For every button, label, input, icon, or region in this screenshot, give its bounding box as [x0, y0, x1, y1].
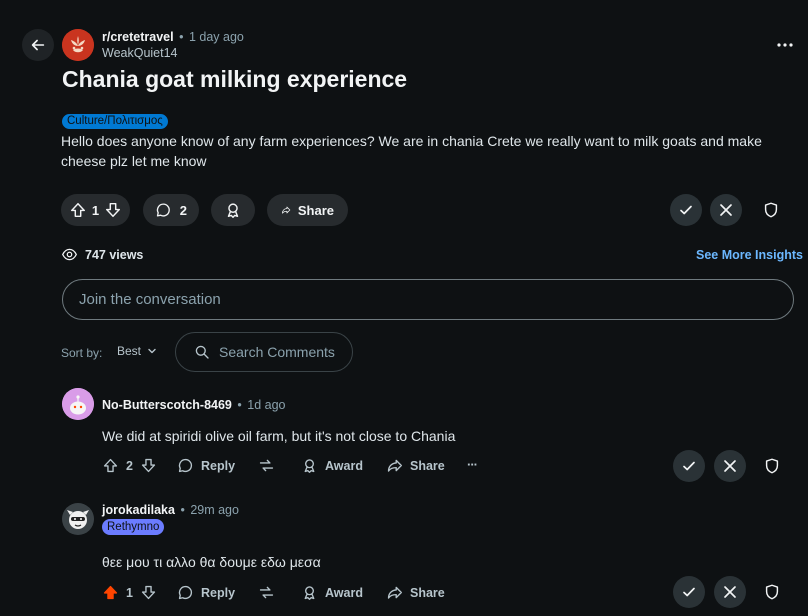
share-button[interactable]: Share: [386, 584, 445, 601]
award-icon: [304, 459, 315, 473]
comment-vote-count: 2: [126, 458, 133, 473]
remove-button[interactable]: [714, 576, 746, 608]
shield-icon: [765, 584, 779, 600]
comment-count: 2: [179, 202, 187, 218]
reply-button[interactable]: Reply: [177, 584, 235, 601]
search-comments-input[interactable]: Search Comments: [175, 332, 353, 372]
post-time: 1 day ago: [188, 30, 244, 44]
comment-separator: •: [237, 398, 242, 412]
see-more-insights-link[interactable]: See More Insights: [696, 248, 803, 262]
approve-button[interactable]: [670, 194, 702, 226]
shield-icon: [764, 202, 778, 218]
remove-button[interactable]: [710, 194, 742, 226]
chevron-down-icon: [148, 348, 156, 354]
comments-button[interactable]: 2: [143, 194, 199, 226]
comment-time: 29m ago: [190, 503, 239, 517]
comment-author[interactable]: No-Butterscotch-8469: [102, 398, 232, 412]
back-button[interactable]: [22, 29, 54, 61]
downvote-icon[interactable]: [140, 584, 157, 601]
approve-icon: [683, 461, 695, 471]
award-button[interactable]: Award: [301, 584, 363, 601]
upvote-icon[interactable]: [102, 584, 119, 601]
more-icon: [777, 43, 793, 47]
more-icon: ···: [467, 457, 478, 472]
crosspost-button[interactable]: [258, 584, 275, 601]
vote-count: 1: [91, 202, 100, 218]
post-title: Chania goat milking experience: [62, 66, 408, 92]
back-arrow-icon: [31, 39, 45, 51]
crosspost-icon: [259, 459, 274, 472]
subreddit-icon[interactable]: [62, 29, 94, 61]
shield-icon: [765, 458, 779, 474]
reply-label: Reply: [201, 585, 236, 600]
mod-shield-button[interactable]: [763, 583, 781, 601]
search-icon: [195, 345, 209, 359]
reply-icon: [178, 458, 193, 473]
share-label: Share: [410, 458, 445, 473]
mod-shield-button[interactable]: [762, 201, 782, 221]
comment-text: We did at spiridi olive oil farm, but it…: [102, 428, 456, 444]
composer-placeholder: Join the conversation: [79, 291, 221, 308]
sort-label: Sort by:: [61, 346, 103, 360]
reply-label: Reply: [201, 458, 236, 473]
upvote-icon[interactable]: [102, 457, 119, 474]
downvote-icon[interactable]: [140, 457, 157, 474]
post-body: Hello does anyone know of any farm exper…: [61, 133, 762, 169]
crosspost-button[interactable]: [258, 457, 275, 474]
comment-text: θεε μου τι αλλο θα δουμε εδω μεσα: [102, 554, 321, 570]
share-label: Share: [297, 202, 334, 218]
award-icon: [227, 203, 239, 218]
comment-separator: •: [180, 503, 185, 517]
award-button[interactable]: [211, 194, 255, 226]
share-icon: [282, 206, 291, 214]
remove-button[interactable]: [714, 450, 746, 482]
comment-more-button[interactable]: ···: [467, 457, 478, 472]
comment-icon: [156, 203, 170, 217]
avatar[interactable]: [62, 503, 94, 535]
share-button[interactable]: Share: [267, 194, 348, 226]
comment-author[interactable]: jorokadilaka: [102, 503, 175, 517]
post-author[interactable]: WeakQuiet14: [102, 46, 178, 60]
remove-icon: [720, 204, 732, 216]
award-button[interactable]: Award: [301, 457, 363, 474]
share-button[interactable]: Share: [386, 457, 445, 474]
join-conversation-input[interactable]: Join the conversation: [62, 279, 794, 320]
more-options-button[interactable]: [772, 36, 798, 54]
views-icon: [61, 248, 78, 261]
award-label: Award: [325, 458, 363, 473]
share-icon: [387, 459, 402, 472]
approve-icon: [683, 587, 695, 597]
crosspost-icon: [259, 586, 274, 599]
comment-vote: 2: [102, 457, 157, 474]
comment-vote: 1: [102, 584, 157, 601]
views-row: 747 views: [61, 246, 143, 263]
user-flair: Rethymno: [102, 519, 165, 535]
award-icon: [304, 586, 315, 600]
post-flair[interactable]: Culture/Πολιτισμος: [62, 114, 168, 129]
approve-button[interactable]: [673, 576, 705, 608]
reply-button[interactable]: Reply: [177, 457, 235, 474]
remove-icon: [724, 460, 736, 472]
search-placeholder: Search Comments: [219, 344, 335, 360]
share-label: Share: [410, 585, 445, 600]
remove-icon: [724, 586, 736, 598]
comment-vote-count: 1: [126, 585, 133, 600]
mod-shield-button[interactable]: [763, 457, 781, 475]
avatar[interactable]: [62, 388, 94, 420]
subreddit-name[interactable]: r/cretetravel: [102, 30, 174, 44]
award-label: Award: [325, 585, 363, 600]
vote-pill: 1: [61, 194, 130, 226]
sort-dropdown[interactable]: Best: [117, 344, 157, 358]
meta-separator: •: [179, 30, 184, 44]
upvote-icon[interactable]: [69, 201, 87, 219]
downvote-icon[interactable]: [104, 201, 122, 219]
reply-icon: [178, 585, 193, 600]
approve-button[interactable]: [673, 450, 705, 482]
views-count: 747 views: [85, 247, 144, 262]
share-icon: [387, 586, 402, 599]
comment-time: 1d ago: [247, 398, 286, 412]
approve-icon: [680, 205, 692, 215]
sort-value: Best: [117, 344, 142, 358]
